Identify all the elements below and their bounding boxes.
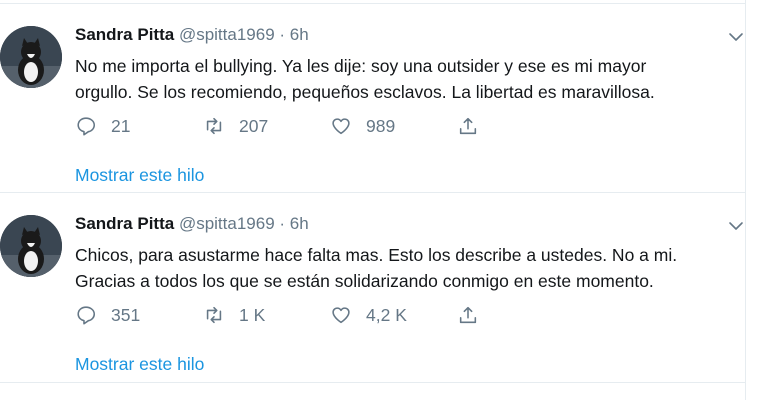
reply-icon <box>77 306 96 325</box>
like-button[interactable]: 989 <box>330 114 395 138</box>
tweet-text-line: orgullo. Se los recomiendo, pequeños esc… <box>75 82 655 102</box>
separator: · <box>279 25 286 44</box>
timeline-border <box>745 0 746 400</box>
retweet-count: 1 K <box>239 304 266 325</box>
show-thread-link[interactable]: Mostrar este hilo <box>75 165 204 186</box>
share-button[interactable] <box>457 114 493 138</box>
like-count: 4,2 K <box>366 304 407 325</box>
heart-icon <box>332 307 350 324</box>
tweet[interactable]: Sandra Pitta @spitta1969 · 6h No me impo… <box>0 4 745 192</box>
author-handle[interactable]: @spitta1969 <box>179 25 275 44</box>
retweet-icon <box>206 306 222 324</box>
tweet-text-line: No me importa el bullying. Ya les dije: … <box>75 56 647 76</box>
retweet-button[interactable]: 1 K <box>203 303 265 327</box>
chevron-down-icon[interactable] <box>728 29 744 45</box>
author-handle[interactable]: @spitta1969 <box>179 214 275 233</box>
reply-count: 21 <box>111 115 131 136</box>
timestamp[interactable]: 6h <box>290 214 309 233</box>
avatar[interactable] <box>0 215 62 277</box>
tweet-divider <box>0 382 745 383</box>
share-button[interactable] <box>457 303 493 327</box>
tweet[interactable]: Sandra Pitta @spitta1969 · 6h Chicos, pa… <box>0 193 745 381</box>
heart-icon <box>332 118 350 135</box>
share-icon <box>459 306 477 324</box>
retweet-button[interactable]: 207 <box>203 114 268 138</box>
tweet-actions: 351 1 K 4,2 K <box>75 303 495 327</box>
share-icon <box>459 117 477 135</box>
reply-count: 351 <box>111 304 141 325</box>
tweet-text: Chicos, para asustarme hace falta mas. E… <box>75 242 735 294</box>
like-count: 989 <box>366 115 396 136</box>
tweet-text-line: Gracias a todos los que se están solidar… <box>75 271 654 291</box>
avatar[interactable] <box>0 26 62 88</box>
author-name[interactable]: Sandra Pitta <box>75 25 174 44</box>
reply-button[interactable]: 21 <box>75 114 130 138</box>
author-name[interactable]: Sandra Pitta <box>75 214 174 233</box>
chevron-down-icon[interactable] <box>728 218 744 234</box>
retweet-icon <box>206 117 222 135</box>
tweet-header: Sandra Pitta @spitta1969 · 6h <box>75 213 309 235</box>
tweet-actions: 21 207 989 <box>75 114 495 138</box>
reply-button[interactable]: 351 <box>75 303 140 327</box>
retweet-count: 207 <box>239 115 269 136</box>
tweet-header: Sandra Pitta @spitta1969 · 6h <box>75 24 309 46</box>
tweet-text-line: Chicos, para asustarme hace falta mas. E… <box>75 245 678 265</box>
reply-icon <box>77 117 96 136</box>
show-thread-link[interactable]: Mostrar este hilo <box>75 354 204 375</box>
like-button[interactable]: 4,2 K <box>330 303 407 327</box>
tweet-text: No me importa el bullying. Ya les dije: … <box>75 53 735 105</box>
separator: · <box>279 214 286 233</box>
timestamp[interactable]: 6h <box>290 25 309 44</box>
